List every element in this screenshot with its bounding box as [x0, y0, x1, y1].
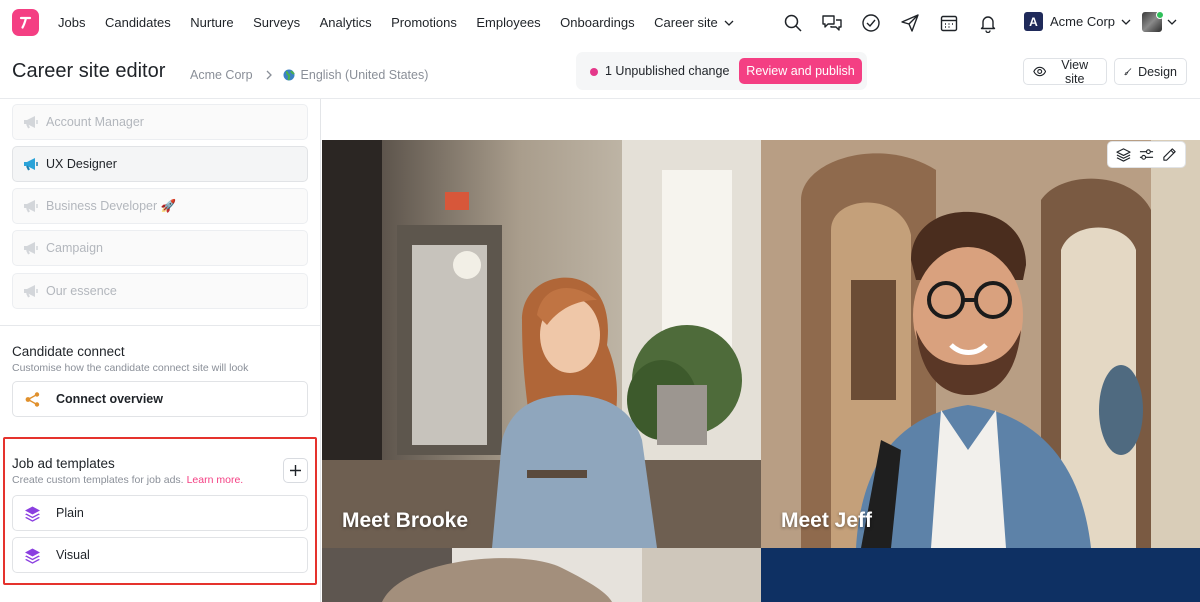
- nav-nurture[interactable]: Nurture: [190, 15, 233, 30]
- layers-icon[interactable]: [1115, 146, 1133, 164]
- page-item-business-developer[interactable]: Business Developer 🚀: [12, 188, 308, 224]
- main-menu: Jobs Candidates Nurture Surveys Analytic…: [58, 0, 754, 45]
- nav-analytics[interactable]: Analytics: [320, 15, 372, 30]
- page-item-campaign[interactable]: Campaign: [12, 230, 308, 266]
- online-status-dot: [1156, 11, 1164, 19]
- brush-icon: [1124, 68, 1132, 76]
- top-navigation: Jobs Candidates Nurture Surveys Analytic…: [0, 0, 1200, 45]
- nav-promotions[interactable]: Promotions: [391, 15, 457, 30]
- bell-icon[interactable]: [977, 12, 999, 34]
- calendar-icon[interactable]: [938, 12, 960, 34]
- layers-icon: [25, 506, 40, 522]
- job-ad-templates-subtitle: Create custom templates for job ads. Lear…: [12, 474, 243, 486]
- breadcrumb-language[interactable]: English (United States): [301, 68, 429, 82]
- megaphone-icon: [24, 285, 38, 298]
- chevron-right-icon: [266, 70, 272, 80]
- job-ad-templates-title: Job ad templates: [12, 456, 115, 471]
- breadcrumb-company[interactable]: Acme Corp: [190, 68, 253, 82]
- unpublished-count: 1 Unpublished change: [605, 64, 730, 78]
- view-site-label: View site: [1061, 57, 1089, 86]
- nav-career-site-dropdown[interactable]: Career site: [654, 15, 735, 30]
- pencil-icon[interactable]: [1161, 146, 1179, 164]
- photo-brooke-image: [322, 140, 761, 548]
- app-logo[interactable]: [12, 9, 39, 36]
- page-item-label: UX Designer: [46, 157, 117, 171]
- page-item-label: Account Manager: [46, 115, 144, 129]
- template-item-plain[interactable]: Plain: [12, 495, 308, 531]
- candidate-connect-title: Candidate connect: [12, 344, 125, 359]
- company-name: Acme Corp: [1050, 14, 1116, 29]
- team-member-photo-next[interactable]: [322, 548, 761, 602]
- company-badge: A: [1024, 12, 1043, 31]
- photo-caption: Meet Jeff: [781, 509, 873, 532]
- unpublished-changes-box: 1 Unpublished change Review and publish: [576, 52, 867, 90]
- chevron-down-icon: [1121, 19, 1131, 25]
- add-template-button[interactable]: [283, 458, 308, 483]
- plus-icon: [290, 465, 301, 476]
- photo-jeff-image: [761, 140, 1200, 548]
- job-ad-templates-description: Create custom templates for job ads.: [12, 474, 184, 486]
- template-item-visual[interactable]: Visual: [12, 537, 308, 573]
- page-title: Career site editor: [12, 60, 166, 82]
- design-button[interactable]: Design: [1114, 58, 1187, 85]
- section-divider: [0, 325, 320, 326]
- connect-overview-button[interactable]: Connect overview: [12, 381, 308, 417]
- eye-icon: [1033, 66, 1047, 77]
- chevron-down-icon: [724, 20, 734, 26]
- company-switcher[interactable]: A Acme Corp: [1024, 12, 1132, 31]
- breadcrumb: Acme Corp English (United States): [190, 68, 428, 82]
- learn-more-link[interactable]: Learn more.: [187, 474, 244, 486]
- nav-icons: [782, 0, 1016, 45]
- nav-jobs[interactable]: Jobs: [58, 15, 85, 30]
- page-item-ux-designer[interactable]: UX Designer: [12, 146, 308, 182]
- layers-icon: [25, 548, 40, 564]
- nav-employees[interactable]: Employees: [476, 15, 540, 30]
- design-label: Design: [1138, 64, 1177, 79]
- blue-content-block: [761, 548, 1200, 602]
- nav-career-site-label: Career site: [654, 15, 718, 30]
- candidate-connect-subtitle: Customise how the candidate connect site…: [12, 362, 249, 374]
- megaphone-icon: [24, 242, 38, 255]
- team-member-photo-brooke[interactable]: Meet Brooke: [322, 140, 761, 548]
- page-item-our-essence[interactable]: Our essence: [12, 273, 308, 309]
- nav-onboardings[interactable]: Onboardings: [560, 15, 634, 30]
- share-nodes-icon: [25, 391, 40, 407]
- globe-icon: [283, 69, 295, 81]
- chevron-down-icon[interactable]: [1166, 16, 1178, 28]
- chat-icon[interactable]: [821, 12, 843, 34]
- megaphone-icon: [24, 200, 38, 213]
- connect-overview-label: Connect overview: [56, 392, 163, 406]
- unpublished-indicator: [590, 68, 598, 76]
- megaphone-icon: [24, 116, 38, 129]
- preview-canvas: Meet Brooke Meet Jeff: [322, 99, 1200, 602]
- editor-sidebar: Account Manager UX Designer Business Dev…: [0, 99, 321, 602]
- view-site-button[interactable]: View site: [1023, 57, 1107, 86]
- template-label: Plain: [56, 506, 84, 520]
- block-toolbar: [1107, 141, 1186, 168]
- nav-candidates[interactable]: Candidates: [105, 15, 171, 30]
- megaphone-icon: [24, 158, 38, 171]
- logo-icon: [19, 16, 32, 29]
- photo-next-image: [322, 548, 761, 602]
- page-item-label: Campaign: [46, 241, 103, 255]
- template-label: Visual: [56, 548, 90, 562]
- nav-surveys[interactable]: Surveys: [253, 15, 300, 30]
- check-circle-icon[interactable]: [860, 12, 882, 34]
- team-member-photo-jeff[interactable]: Meet Jeff: [761, 140, 1200, 548]
- editor-header: Career site editor Acme Corp English (Un…: [0, 45, 1200, 99]
- send-icon[interactable]: [899, 12, 921, 34]
- search-icon[interactable]: [782, 12, 804, 34]
- page-item-label: Our essence: [46, 284, 117, 298]
- review-and-publish-button[interactable]: Review and publish: [739, 58, 862, 84]
- page-item-label: Business Developer 🚀: [46, 198, 177, 213]
- settings-sliders-icon[interactable]: [1138, 146, 1156, 164]
- page-item-account-manager[interactable]: Account Manager: [12, 104, 308, 140]
- photo-caption: Meet Brooke: [342, 509, 469, 532]
